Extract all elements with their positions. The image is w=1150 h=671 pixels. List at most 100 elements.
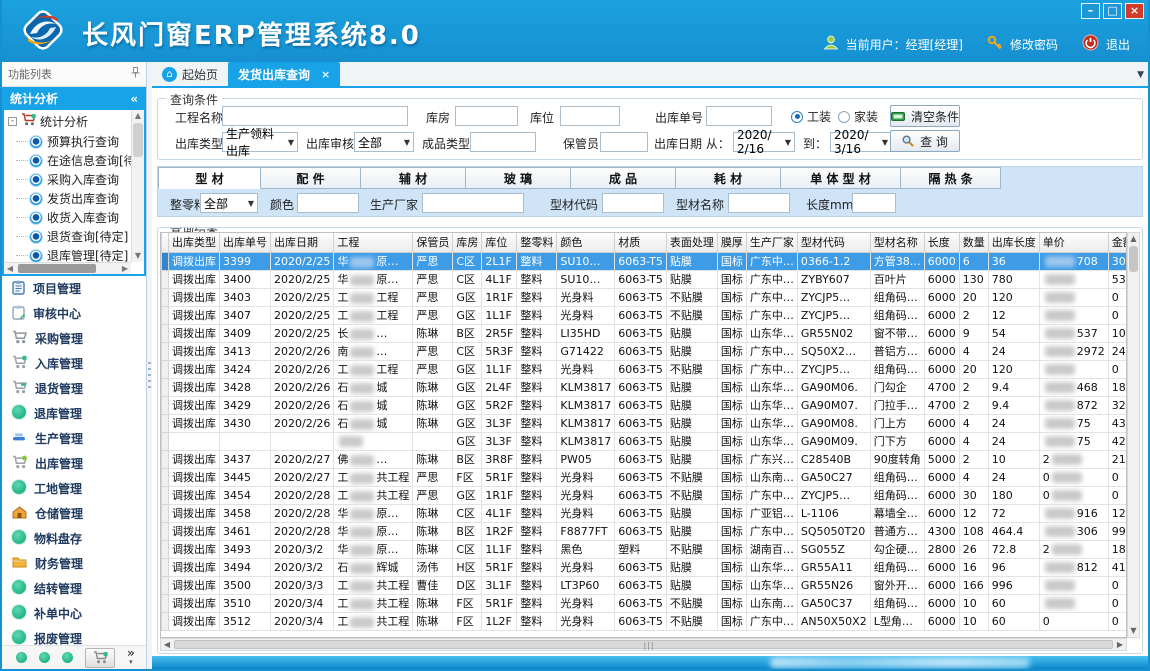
column-header-date[interactable]: 出库日期 <box>271 233 334 252</box>
sidebar-item-物料盘存[interactable]: 物料盘存 <box>2 526 146 551</box>
change-password-link[interactable]: 修改密码 <box>1010 36 1058 53</box>
scroll-right-icon[interactable]: ▶ <box>1114 639 1126 650</box>
profile-name-input[interactable] <box>728 193 790 213</box>
tree-item[interactable]: 退货查询[待定] <box>4 227 144 246</box>
sidebar-item-项目管理[interactable]: 项目管理 <box>2 276 146 301</box>
table-row[interactable]: 调拨出库34302020/2/26石城陈琳G区3L3F整料KLM38176063… <box>162 414 1128 432</box>
sidebar-item-生产管理[interactable]: 生产管理 <box>2 426 146 451</box>
scroll-left-icon[interactable]: ◀ <box>4 263 16 274</box>
column-header-amt[interactable]: 金额 <box>1108 233 1127 252</box>
maker-input[interactable] <box>422 193 524 213</box>
tree-item[interactable]: 在途信息查询[待 <box>4 151 144 170</box>
row-indicator[interactable] <box>162 576 169 594</box>
location-input[interactable] <box>560 106 620 126</box>
column-header-mat[interactable]: 材质 <box>615 233 667 252</box>
category-tab-8[interactable]: 隔 热 条 <box>901 167 1001 189</box>
row-indicator[interactable] <box>162 486 169 504</box>
category-tab-5[interactable]: 成 品 <box>571 167 676 189</box>
column-header-code[interactable]: 型材代码 <box>797 233 870 252</box>
column-header-keeper[interactable]: 保管员 <box>413 233 453 252</box>
section-header[interactable]: 统计分析 « <box>2 87 146 110</box>
product-type-input[interactable] <box>470 132 536 152</box>
table-row[interactable]: 调拨出库34612020/2/28华原…陈琳B区1R2F整料F8877FT606… <box>162 522 1128 540</box>
category-tab-3[interactable]: 辅 材 <box>361 167 466 189</box>
row-indicator[interactable] <box>162 468 169 486</box>
table-row[interactable]: 调拨出库33992020/2/25华原…严思C区2L1F整料SU10…6063-… <box>162 252 1128 270</box>
row-indicator[interactable] <box>162 360 169 378</box>
column-header-proj[interactable]: 工程 <box>334 233 413 252</box>
tab-list-dropdown-icon[interactable]: ▼ <box>1137 70 1144 80</box>
tree-item[interactable]: 采购入库查询 <box>4 170 144 189</box>
row-indicator[interactable] <box>162 540 169 558</box>
table-row[interactable]: 调拨出库34372020/2/27佛…陈琳B区3R8F整料PW056063-T5… <box>162 450 1128 468</box>
table-row[interactable]: 调拨出库34072020/2/25工工程严思G区1L1F整料光身料6063-T5… <box>162 306 1128 324</box>
tab-close-icon[interactable]: × <box>321 68 330 81</box>
scroll-thumb[interactable] <box>1129 246 1138 272</box>
table-row[interactable]: 调拨出库34132020/2/26南…严思C区5R3F整料G714226063-… <box>162 342 1128 360</box>
row-indicator[interactable] <box>162 288 169 306</box>
table-row[interactable]: 调拨出库34582020/2/28华原…陈琳C区4L1F整料光身料6063-T5… <box>162 504 1128 522</box>
row-indicator[interactable] <box>162 612 169 630</box>
category-tab-7[interactable]: 单 体 型 材 <box>781 167 901 189</box>
dock-dot-icon[interactable] <box>39 652 50 663</box>
table-row[interactable]: 调拨出库34002020/2/25华原…严思C区4L1F整料SU10…6063-… <box>162 270 1128 288</box>
row-indicator[interactable] <box>162 414 169 432</box>
table-row[interactable]: 调拨出库34452020/2/27工共工程严思F区5R1F整料光身料6063-T… <box>162 468 1128 486</box>
tree-item[interactable]: 收货入库查询 <box>4 208 144 227</box>
column-header-color[interactable]: 颜色 <box>557 233 615 252</box>
table-row[interactable]: 调拨出库34292020/2/26石城陈琳G区5R2F整料KLM38176063… <box>162 396 1128 414</box>
out-type-dropdown[interactable]: 生产领料出库▼ <box>222 132 298 152</box>
sidebar-item-采购管理[interactable]: 采购管理 <box>2 326 146 351</box>
column-header-len[interactable]: 长度 <box>924 233 959 252</box>
row-indicator[interactable] <box>162 594 169 612</box>
date-from-dropdown[interactable]: 2020/ 2/16▼ <box>733 132 795 152</box>
date-to-dropdown[interactable]: 2020/ 3/16▼ <box>830 132 892 152</box>
category-tab-2[interactable]: 配 件 <box>261 167 361 189</box>
tree-root-node[interactable]: - 统计分析 <box>4 110 144 132</box>
project-name-input[interactable] <box>222 106 408 126</box>
row-indicator[interactable] <box>162 504 169 522</box>
radio-gongzhuang[interactable]: 工装 <box>791 108 831 125</box>
dock-dot-icon[interactable] <box>16 652 27 663</box>
scroll-thumb[interactable] <box>18 264 96 273</box>
column-header-qty[interactable]: 数量 <box>959 233 988 252</box>
row-indicator[interactable] <box>162 396 169 414</box>
table-row[interactable]: 调拨出库34542020/2/28工共工程严思G区1R1F整料光身料6063-T… <box>162 486 1128 504</box>
grid-horizontal-scrollbar[interactable]: ◀ ||| ▶ <box>160 638 1127 651</box>
column-header-no[interactable]: 出库单号 <box>220 233 271 252</box>
table-row[interactable]: 调拨出库34282020/2/26石城陈琳G区2L4F整料KLM38176063… <box>162 378 1128 396</box>
row-indicator[interactable] <box>162 306 169 324</box>
tab-shipping-outbound-query[interactable]: 发货出库查询 × <box>228 62 340 86</box>
table-row[interactable]: 调拨出库34242020/2/26工工程严思G区1L1F整料光身料6063-T5… <box>162 360 1128 378</box>
row-indicator[interactable] <box>162 342 169 360</box>
row-indicator[interactable] <box>162 450 169 468</box>
row-indicator[interactable] <box>162 324 169 342</box>
pin-icon[interactable] <box>131 67 140 81</box>
table-row[interactable]: 调拨出库34932020/3/2华原…陈琳C区1L1F整料黑色塑料不贴膜国标湖南… <box>162 540 1128 558</box>
sidebar-item-出库管理[interactable]: 出库管理 <box>2 451 146 476</box>
grid-vertical-scrollbar[interactable]: ▲ ▼ <box>1127 232 1140 638</box>
row-indicator[interactable] <box>162 252 169 270</box>
sidebar-item-入库管理[interactable]: 入库管理 <box>2 351 146 376</box>
tree-horizontal-scrollbar[interactable]: ◀ ▶ <box>4 262 131 274</box>
sidebar-item-审核中心[interactable]: 审核中心 <box>2 301 146 326</box>
dock-more-button[interactable]: »▾ <box>127 649 135 667</box>
maximize-button[interactable]: □ <box>1103 3 1122 19</box>
scroll-up-icon[interactable]: ▲ <box>132 110 144 122</box>
sidebar-item-结转管理[interactable]: 结转管理 <box>2 576 146 601</box>
whole-part-dropdown[interactable]: 全部▼ <box>200 193 258 213</box>
category-tab-4[interactable]: 玻 璃 <box>466 167 571 189</box>
scroll-right-icon[interactable]: ▶ <box>119 263 131 274</box>
scroll-down-icon[interactable]: ▼ <box>132 250 144 262</box>
clear-conditions-button[interactable]: 清空条件 <box>890 105 960 127</box>
row-indicator[interactable] <box>162 522 169 540</box>
profile-code-input[interactable] <box>602 193 664 213</box>
tree-vertical-scrollbar[interactable]: ▲ ▼ <box>131 110 144 262</box>
row-indicator[interactable] <box>162 432 169 450</box>
dock-cart-button[interactable] <box>85 648 115 668</box>
scroll-left-icon[interactable]: ◀ <box>161 639 173 650</box>
sidebar-item-工地管理[interactable]: 工地管理 <box>2 476 146 501</box>
row-indicator[interactable] <box>162 270 169 288</box>
sidebar-item-仓储管理[interactable]: 仓储管理 <box>2 501 146 526</box>
logout-link[interactable]: 退出 <box>1106 36 1130 53</box>
